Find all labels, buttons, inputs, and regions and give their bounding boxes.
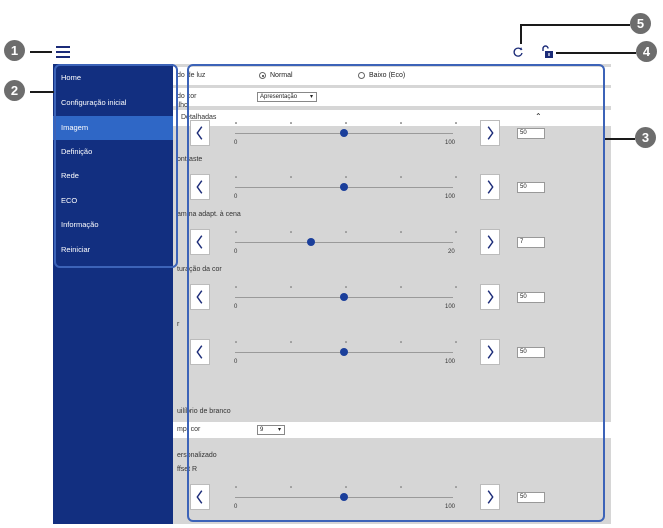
callout-1: 1 [4, 40, 25, 61]
content-highlight [187, 64, 605, 522]
callout-line-2 [30, 91, 54, 93]
callout-line-3 [605, 138, 635, 140]
callout-2: 2 [4, 80, 25, 101]
top-bar [53, 44, 611, 64]
callout-5: 5 [630, 13, 651, 34]
callout-line-1 [30, 51, 52, 53]
callout-line-5-horizontal [520, 24, 630, 26]
slider-label: r [177, 321, 180, 328]
callout-line-5-vertical [520, 24, 522, 44]
callout-4: 4 [636, 41, 657, 62]
menu-icon[interactable] [56, 46, 70, 58]
lock-icon[interactable] [540, 45, 554, 59]
callout-3: 3 [635, 127, 656, 148]
refresh-icon[interactable] [512, 46, 524, 58]
callout-line-4 [556, 52, 636, 54]
sidebar-highlight [54, 64, 178, 268]
